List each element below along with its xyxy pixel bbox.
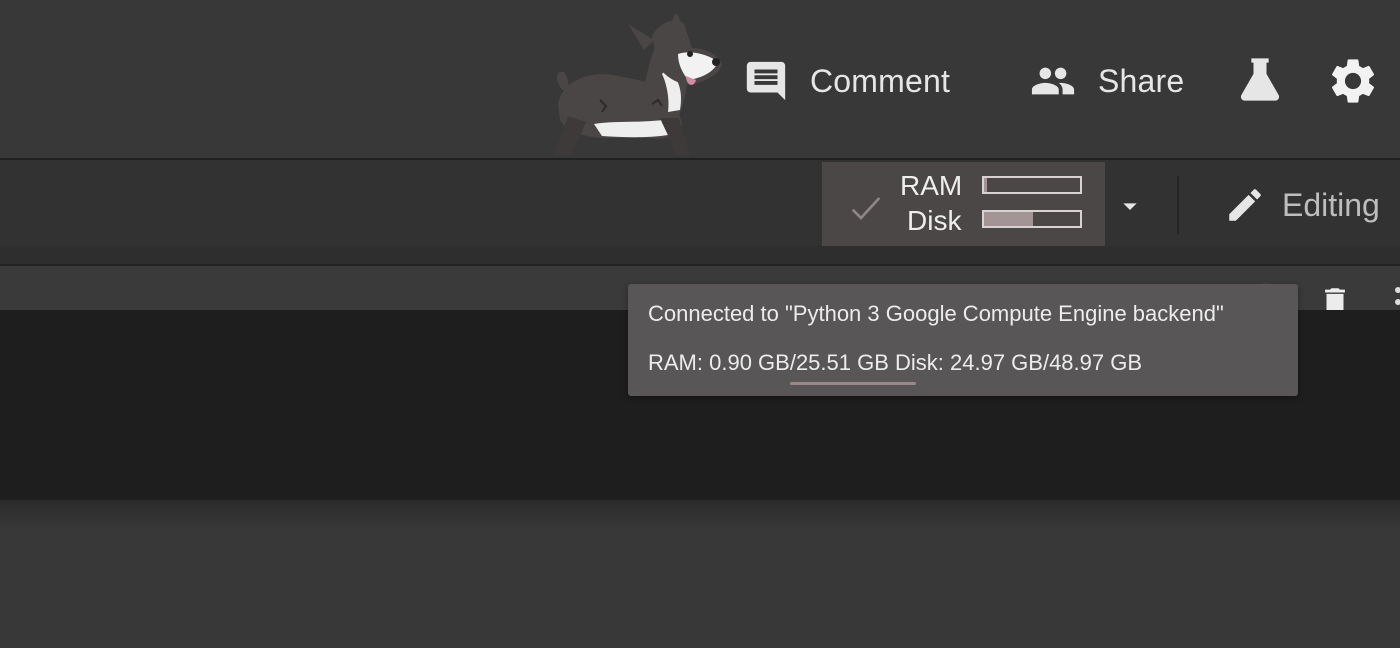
check-icon	[851, 197, 881, 220]
resources-indicator[interactable]: RAM Disk	[822, 162, 1105, 246]
share-button[interactable]: Share	[1026, 56, 1184, 106]
top-header: Comment Share	[0, 0, 1400, 158]
share-label: Share	[1098, 62, 1185, 99]
disk-label: Disk	[907, 205, 962, 236]
resource-usage-text: RAM: 0.90 GB/25.51 GB Disk: 24.97 GB/48.…	[648, 350, 1143, 375]
disk-meter	[982, 210, 1082, 228]
toolbar-separator	[1177, 176, 1179, 234]
labs-button[interactable]	[1234, 54, 1286, 106]
comment-icon	[742, 57, 790, 105]
colab-window: Comment Share RAM Disk Editing Connected…	[0, 0, 1400, 648]
gear-icon	[1331, 59, 1375, 103]
comment-label: Comment	[810, 62, 951, 99]
settings-button[interactable]	[1326, 54, 1380, 108]
editing-label: Editing	[1282, 186, 1380, 223]
ram-label: RAM	[900, 170, 963, 201]
comment-button[interactable]: Comment	[742, 56, 950, 106]
people-icon	[1026, 57, 1080, 105]
resources-dropdown-button[interactable]	[1114, 190, 1146, 222]
notebook-toolbar	[0, 160, 1400, 246]
notebook-canvas	[0, 528, 1400, 648]
connection-status-text: Connected to "Python 3 Google Compute En…	[648, 301, 1224, 326]
cell-shadow	[0, 500, 1400, 528]
caret-down-icon	[1123, 203, 1137, 210]
pencil-icon	[1229, 189, 1261, 221]
ram-meter-fill	[984, 178, 988, 192]
editing-mode-button[interactable]: Editing	[1224, 184, 1380, 226]
flask-icon	[1240, 58, 1280, 101]
disk-meter-fill	[984, 212, 1033, 226]
runtime-tooltip: Connected to "Python 3 Google Compute En…	[628, 284, 1298, 396]
toolbar-gap	[0, 246, 1400, 264]
corgi-mascot	[554, 14, 722, 156]
ram-meter	[982, 176, 1082, 194]
ram-usage-underline	[790, 382, 916, 385]
